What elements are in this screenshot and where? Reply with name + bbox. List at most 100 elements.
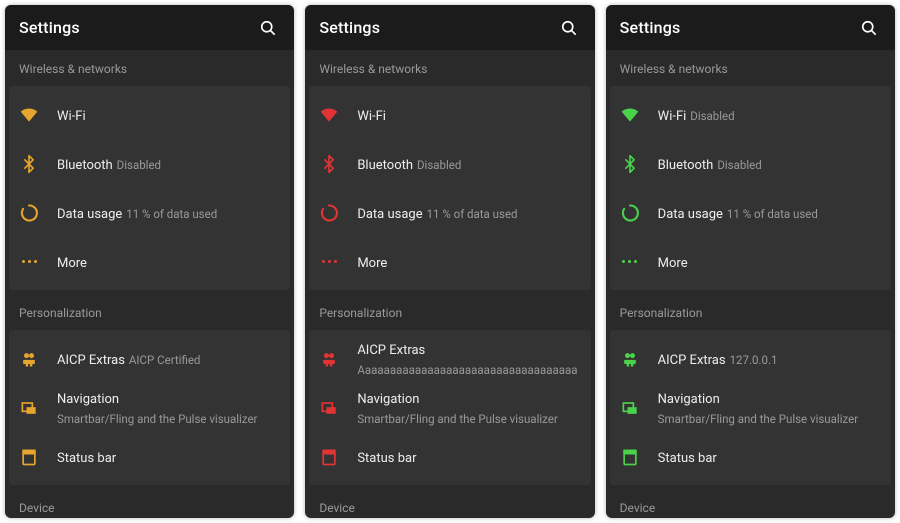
item-status: Disabled [717, 158, 761, 172]
item-data-usage[interactable]: Data usage 11 % of data used [610, 188, 891, 237]
search-button[interactable] [557, 16, 581, 40]
aicp-icon [319, 349, 357, 369]
item-bluetooth[interactable]: Bluetooth Disabled [9, 139, 290, 188]
item-status: 11 % of data used [427, 207, 518, 221]
section-wireless: Wi-Fi Disabled Bluetooth Disabled Data u… [610, 86, 891, 290]
item-more[interactable]: More [610, 237, 891, 286]
status-bar-icon [620, 447, 658, 467]
item-wifi[interactable]: Wi-Fi Disabled [610, 90, 891, 139]
status-bar-icon [319, 447, 357, 467]
more-icon [19, 252, 57, 272]
item-label: More [357, 256, 387, 271]
section-header-personalization: Personalization [606, 296, 895, 330]
section-header-wireless: Wireless & networks [305, 50, 594, 86]
data-usage-icon [620, 203, 658, 223]
item-status-bar[interactable]: Status bar [9, 432, 290, 481]
section-header-device: Device [606, 491, 895, 518]
search-button[interactable] [857, 16, 881, 40]
item-bluetooth[interactable]: Bluetooth Disabled [610, 139, 891, 188]
wifi-icon [19, 105, 57, 125]
item-label: Navigation [658, 392, 720, 407]
appbar-title: Settings [19, 18, 80, 37]
item-aicp-extras[interactable]: AICP Extras AICP Certified [9, 334, 290, 383]
item-navigation[interactable]: Navigation Smartbar/Fling and the Pulse … [309, 383, 590, 432]
item-wifi[interactable]: Wi-Fi [9, 90, 290, 139]
item-label: AICP Extras [57, 353, 125, 368]
item-label: Status bar [357, 451, 416, 466]
item-status: 11 % of data used [727, 207, 818, 221]
section-header-wireless: Wireless & networks [5, 50, 294, 86]
item-status: Aaaaaaaaaaaaaaaaaaaaaaaaaaaaaaaaaaaaaaaa… [357, 363, 576, 377]
section-header-personalization: Personalization [5, 296, 294, 330]
item-navigation[interactable]: Navigation Smartbar/Fling and the Pulse … [610, 383, 891, 432]
item-navigation[interactable]: Navigation Smartbar/Fling and the Pulse … [9, 383, 290, 432]
section-wireless: Wi-Fi Bluetooth Disabled Data usage 11 %… [9, 86, 290, 290]
item-label: More [57, 256, 87, 271]
settings-content: Wireless & networks Wi-Fi Disabled Bluet… [606, 50, 895, 518]
aicp-icon [620, 349, 658, 369]
item-label: Wi-Fi [357, 109, 386, 124]
panels-wrap: Settings Wireless & networks Wi-Fi Bluet… [0, 0, 900, 523]
settings-content: Wireless & networks Wi-Fi Bluetooth Disa… [5, 50, 294, 518]
status-bar-icon [19, 447, 57, 467]
item-label: Bluetooth [57, 158, 113, 173]
item-status: Smartbar/Fling and the Pulse visualizer [357, 412, 557, 426]
item-label: Bluetooth [658, 158, 714, 173]
bluetooth-icon [319, 154, 357, 174]
section-personalization: AICP Extras 127.0.0.1 Navigation Smartba… [610, 330, 891, 485]
item-label: Navigation [357, 392, 419, 407]
item-status: AICP Certified [129, 353, 201, 367]
navigation-icon [319, 398, 357, 418]
section-personalization: AICP Extras Aaaaaaaaaaaaaaaaaaaaaaaaaaaa… [309, 330, 590, 485]
item-status: Disabled [117, 158, 161, 172]
navigation-icon [19, 398, 57, 418]
item-status: Smartbar/Fling and the Pulse visualizer [57, 412, 257, 426]
navigation-icon [620, 398, 658, 418]
item-label: Wi-Fi [658, 109, 687, 124]
item-label: Wi-Fi [57, 109, 86, 124]
appbar-title: Settings [319, 18, 380, 37]
section-header-device: Device [5, 491, 294, 518]
wifi-icon [319, 105, 357, 125]
item-more[interactable]: More [9, 237, 290, 286]
item-bluetooth[interactable]: Bluetooth Disabled [309, 139, 590, 188]
appbar: Settings [305, 5, 594, 50]
item-aicp-extras[interactable]: AICP Extras 127.0.0.1 [610, 334, 891, 383]
item-data-usage[interactable]: Data usage 11 % of data used [9, 188, 290, 237]
item-label: Bluetooth [357, 158, 413, 173]
item-label: More [658, 256, 688, 271]
settings-panel-red: Settings Wireless & networks Wi-Fi Bluet… [305, 5, 594, 518]
item-label: Data usage [57, 207, 122, 222]
item-data-usage[interactable]: Data usage 11 % of data used [309, 188, 590, 237]
bluetooth-icon [19, 154, 57, 174]
item-status: 127.0.0.1 [730, 353, 778, 367]
section-header-personalization: Personalization [305, 296, 594, 330]
section-personalization: AICP Extras AICP Certified Navigation Sm… [9, 330, 290, 485]
item-label: Data usage [658, 207, 723, 222]
section-header-device: Device [305, 491, 594, 518]
more-icon [620, 252, 658, 272]
appbar: Settings [5, 5, 294, 50]
search-button[interactable] [256, 16, 280, 40]
more-icon [319, 252, 357, 272]
item-status: Smartbar/Fling and the Pulse visualizer [658, 412, 858, 426]
appbar-title: Settings [620, 18, 681, 37]
item-label: Navigation [57, 392, 119, 407]
bluetooth-icon [620, 154, 658, 174]
item-aicp-extras[interactable]: AICP Extras Aaaaaaaaaaaaaaaaaaaaaaaaaaaa… [309, 334, 590, 383]
section-header-wireless: Wireless & networks [606, 50, 895, 86]
data-usage-icon [319, 203, 357, 223]
settings-content: Wireless & networks Wi-Fi Bluetooth Disa… [305, 50, 594, 518]
item-more[interactable]: More [309, 237, 590, 286]
item-label: AICP Extras [357, 343, 425, 358]
item-status-bar[interactable]: Status bar [610, 432, 891, 481]
item-status: Disabled [417, 158, 461, 172]
data-usage-icon [19, 203, 57, 223]
item-label: Status bar [658, 451, 717, 466]
item-status: Disabled [690, 109, 734, 123]
item-status: 11 % of data used [126, 207, 217, 221]
settings-panel-amber: Settings Wireless & networks Wi-Fi Bluet… [5, 5, 294, 518]
item-wifi[interactable]: Wi-Fi [309, 90, 590, 139]
item-status-bar[interactable]: Status bar [309, 432, 590, 481]
section-wireless: Wi-Fi Bluetooth Disabled Data usage 11 %… [309, 86, 590, 290]
